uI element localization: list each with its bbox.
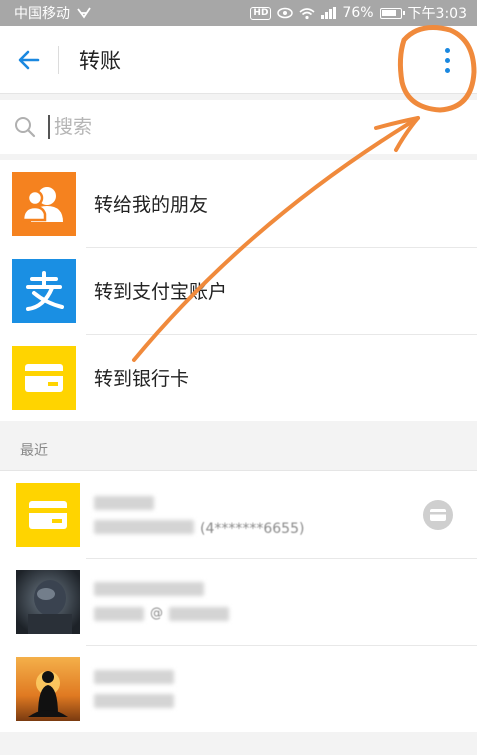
alipay-icon xyxy=(12,258,76,323)
option-label: 转到银行卡 xyxy=(94,368,190,390)
signal-icon xyxy=(321,7,337,19)
more-options-button[interactable] xyxy=(435,42,459,78)
wifi-icon xyxy=(299,7,315,19)
bank-card-icon xyxy=(16,482,80,547)
bottom-spacer xyxy=(0,735,477,755)
recent-list: (4*******6655) @ xyxy=(0,470,477,732)
eye-icon xyxy=(277,7,294,19)
screen: 中国移动 HD 76% 下午3:03 转账 搜索 转给我的朋友 转到支付宝账户 … xyxy=(0,0,477,755)
redacted-account xyxy=(94,519,194,534)
friends-icon xyxy=(12,171,76,236)
text-cursor xyxy=(48,115,50,139)
clock: 下午3:03 xyxy=(407,6,467,22)
search-input[interactable] xyxy=(54,116,434,138)
photo-avatar xyxy=(16,569,80,634)
account-number: (4*******6655) xyxy=(200,521,305,537)
header-divider xyxy=(58,45,59,74)
recent-item[interactable]: @ xyxy=(0,558,477,645)
redacted-domain xyxy=(169,606,229,621)
back-button[interactable] xyxy=(0,26,58,94)
battery-percent: 76% xyxy=(342,5,374,21)
status-bar: 中国移动 HD 76% 下午3:03 xyxy=(0,0,477,26)
more-vertical-icon xyxy=(444,47,450,53)
option-label: 转到支付宝账户 xyxy=(94,281,228,303)
back-arrow-icon xyxy=(18,50,40,69)
redacted-account xyxy=(94,693,174,708)
redacted-name xyxy=(94,669,174,684)
hd-badge: HD xyxy=(250,6,272,20)
redacted-account xyxy=(94,606,144,621)
account-at-sign: @ xyxy=(150,606,163,621)
search-bar[interactable] xyxy=(0,100,477,154)
card-badge-icon xyxy=(423,500,453,530)
battery-icon xyxy=(379,7,405,19)
recent-item[interactable]: (4*******6655) xyxy=(0,471,477,558)
redacted-name xyxy=(94,582,204,596)
page-title: 转账 xyxy=(79,48,121,73)
recent-item[interactable] xyxy=(0,645,477,732)
option-label: 转给我的朋友 xyxy=(94,194,209,216)
option-transfer-to-friend[interactable]: 转给我的朋友 xyxy=(0,160,477,247)
recent-section-label: 最近 xyxy=(20,443,48,459)
silhouette-avatar xyxy=(16,656,80,721)
app-notification-icon xyxy=(77,7,91,19)
carrier-label: 中国移动 xyxy=(14,6,70,22)
option-transfer-to-bank-card[interactable]: 转到银行卡 xyxy=(0,334,477,421)
option-transfer-to-alipay[interactable]: 转到支付宝账户 xyxy=(0,247,477,334)
app-header: 转账 xyxy=(0,26,477,94)
bank-card-icon xyxy=(12,345,76,410)
transfer-options: 转给我的朋友 转到支付宝账户 转到银行卡 xyxy=(0,160,477,421)
redacted-name xyxy=(94,495,154,510)
search-icon xyxy=(15,117,36,138)
